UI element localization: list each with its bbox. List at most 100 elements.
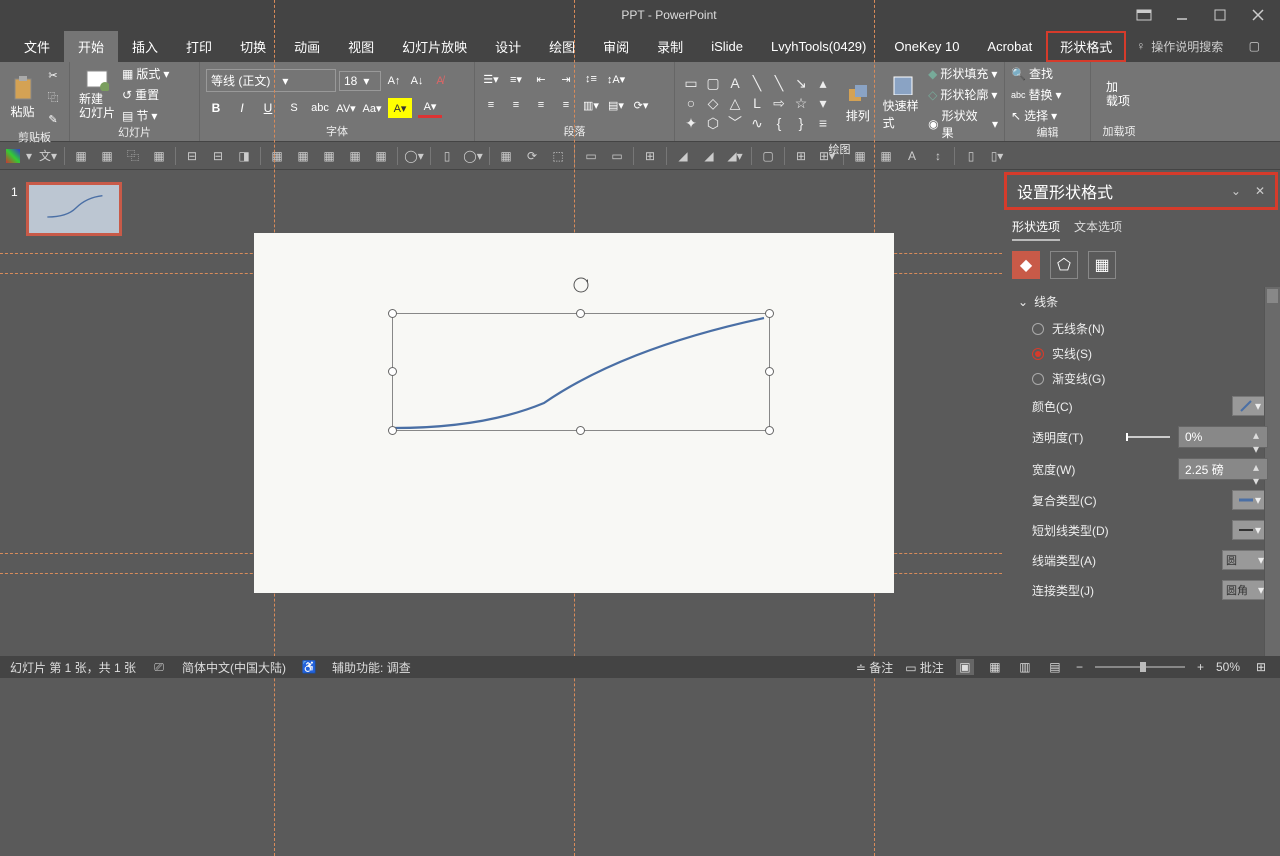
menu-home[interactable]: 开始 bbox=[64, 31, 118, 62]
font-color-icon[interactable]: A▾ bbox=[418, 98, 442, 118]
lang-icon[interactable]: ⎚ bbox=[150, 659, 168, 675]
qat-i13[interactable]: ◯▾ bbox=[404, 146, 424, 166]
menu-slideshow[interactable]: 幻灯片放映 bbox=[388, 31, 481, 62]
view-sorter-icon[interactable]: ▦ bbox=[986, 659, 1004, 675]
qat-i22[interactable]: ◢ bbox=[673, 146, 693, 166]
align-center-icon[interactable]: ≡ bbox=[506, 95, 526, 115]
handle-tc[interactable] bbox=[576, 309, 585, 318]
qat-i3[interactable]: ⿻ bbox=[123, 146, 143, 166]
radio-solid-line[interactable]: 实线(S) bbox=[1018, 341, 1268, 366]
font-size-combo[interactable]: 18▾ bbox=[339, 71, 381, 91]
paste-button[interactable]: 粘贴 bbox=[6, 69, 39, 125]
qat-text-icon[interactable]: 文▾ bbox=[38, 146, 58, 166]
bold-icon[interactable]: B bbox=[206, 98, 226, 118]
qat-i25[interactable]: ▢ bbox=[758, 146, 778, 166]
text-direction-icon[interactable]: ↕A▾ bbox=[606, 69, 626, 89]
qat-i17[interactable]: ⟳ bbox=[522, 146, 542, 166]
qat-i14[interactable]: ▯ bbox=[437, 146, 457, 166]
notes-button[interactable]: ≐ 备注 bbox=[856, 659, 893, 676]
slide-canvas[interactable] bbox=[145, 170, 1002, 656]
shape-gallery[interactable]: ▭▢A╲╲↘▴ ○◇△L⇨☆▾ ✦⬡﹀∿{}≡ bbox=[681, 74, 833, 132]
smartart-icon[interactable]: ⟳▾ bbox=[631, 95, 651, 115]
dash-picker[interactable]: ▾ bbox=[1232, 520, 1268, 540]
qat-i15[interactable]: ◯▾ bbox=[463, 146, 483, 166]
fill-line-icon[interactable]: ◆ bbox=[1012, 251, 1040, 279]
qat-i8[interactable]: ▦ bbox=[267, 146, 287, 166]
select-button[interactable]: ↖选择▾ bbox=[1011, 107, 1057, 124]
zoom-slider[interactable] bbox=[1095, 666, 1185, 668]
menu-transition[interactable]: 切换 bbox=[226, 31, 280, 62]
close-button[interactable] bbox=[1248, 5, 1268, 25]
color-picker[interactable]: ▾ bbox=[1232, 396, 1268, 416]
quick-styles-button[interactable]: 快速样式 bbox=[883, 75, 925, 131]
qat-i21[interactable]: ⊞ bbox=[640, 146, 660, 166]
line-spacing-icon[interactable]: ↕≡ bbox=[581, 69, 601, 89]
align-left-icon[interactable]: ≡ bbox=[481, 95, 501, 115]
menu-review[interactable]: 审阅 bbox=[589, 31, 643, 62]
find-button[interactable]: 🔍查找 bbox=[1011, 65, 1053, 82]
handle-br[interactable] bbox=[765, 426, 774, 435]
tell-me[interactable]: ♀ 操作说明搜索 bbox=[1136, 38, 1223, 55]
status-lang[interactable]: 简体中文(中国大陆) bbox=[182, 659, 286, 676]
qat-i32[interactable]: ▯ bbox=[961, 146, 981, 166]
qat-i12[interactable]: ▦ bbox=[371, 146, 391, 166]
cap-picker[interactable]: 圆▾ bbox=[1222, 550, 1268, 570]
shape-selection[interactable] bbox=[392, 313, 770, 431]
view-reading-icon[interactable]: ▥ bbox=[1016, 659, 1034, 675]
pane-close-icon[interactable]: ✕ bbox=[1255, 184, 1265, 198]
qat-i2[interactable]: ▦ bbox=[97, 146, 117, 166]
indent-dec-icon[interactable]: ⇤ bbox=[531, 69, 551, 89]
reset-button[interactable]: ↺重置 bbox=[122, 86, 159, 103]
strike-icon[interactable]: S bbox=[284, 98, 304, 118]
menu-record[interactable]: 录制 bbox=[643, 31, 697, 62]
qat-i19[interactable]: ▭ bbox=[581, 146, 601, 166]
addins-button[interactable]: 加 载项 bbox=[1097, 66, 1139, 122]
ribbon-display-icon[interactable] bbox=[1134, 5, 1154, 25]
qat-i11[interactable]: ▦ bbox=[345, 146, 365, 166]
section-button[interactable]: ▤节▾ bbox=[122, 107, 157, 124]
access-icon[interactable]: ♿ bbox=[300, 659, 318, 675]
menu-islide[interactable]: iSlide bbox=[697, 33, 757, 60]
shape-outline-button[interactable]: ◇形状轮廓▾ bbox=[928, 86, 997, 103]
menu-acrobat[interactable]: Acrobat bbox=[973, 33, 1046, 60]
qat-i5[interactable]: ⊟ bbox=[182, 146, 202, 166]
handle-ml[interactable] bbox=[388, 367, 397, 376]
menu-onekey[interactable]: OneKey 10 bbox=[880, 33, 973, 60]
menu-lvyh[interactable]: LvyhTools(0429) bbox=[757, 33, 880, 60]
format-painter-icon[interactable]: ✎ bbox=[43, 109, 63, 129]
section-line[interactable]: ⌄线条 bbox=[1018, 287, 1268, 316]
view-slideshow-icon[interactable]: ▤ bbox=[1046, 659, 1064, 675]
slide-thumbnail-1[interactable]: 1 bbox=[26, 182, 122, 236]
width-input[interactable]: 2.25 磅▴▾ bbox=[1178, 458, 1268, 480]
radio-gradient-line[interactable]: 渐变线(G) bbox=[1018, 366, 1268, 391]
shape-fill-button[interactable]: ◆形状填充▾ bbox=[928, 65, 997, 82]
join-picker[interactable]: 圆角▾ bbox=[1222, 580, 1268, 600]
slide[interactable] bbox=[254, 233, 894, 593]
qat-i6[interactable]: ⊟ bbox=[208, 146, 228, 166]
effects-icon[interactable]: ⬠ bbox=[1050, 251, 1078, 279]
zoom-out-icon[interactable]: − bbox=[1076, 660, 1083, 674]
status-access[interactable]: 辅助功能: 调查 bbox=[332, 659, 411, 676]
menu-shape-format[interactable]: 形状格式 bbox=[1046, 31, 1126, 62]
radio-no-line[interactable]: 无线条(N) bbox=[1018, 316, 1268, 341]
compound-picker[interactable]: ▾ bbox=[1232, 490, 1268, 510]
qat-i16[interactable]: ▦ bbox=[496, 146, 516, 166]
minimize-button[interactable] bbox=[1172, 5, 1192, 25]
maximize-button[interactable] bbox=[1210, 5, 1230, 25]
qat-i10[interactable]: ▦ bbox=[319, 146, 339, 166]
menu-insert[interactable]: 插入 bbox=[118, 31, 172, 62]
view-normal-icon[interactable]: ▣ bbox=[956, 659, 974, 675]
new-slide-button[interactable]: 新建 幻灯片 bbox=[76, 67, 118, 123]
qat-i26[interactable]: ⊞ bbox=[791, 146, 811, 166]
copy-icon[interactable]: ⿻ bbox=[43, 87, 63, 107]
align-right-icon[interactable]: ≡ bbox=[531, 95, 551, 115]
qat-i18[interactable]: ⬚ bbox=[548, 146, 568, 166]
qat-i4[interactable]: ▦ bbox=[149, 146, 169, 166]
tab-text-options[interactable]: 文本选项 bbox=[1074, 218, 1122, 241]
replace-button[interactable]: abc替换▾ bbox=[1011, 86, 1062, 103]
qat-i9[interactable]: ▦ bbox=[293, 146, 313, 166]
layout-button[interactable]: ▦版式▾ bbox=[122, 65, 169, 82]
qat-i1[interactable]: ▦ bbox=[71, 146, 91, 166]
menu-view[interactable]: 视图 bbox=[334, 31, 388, 62]
align-text-icon[interactable]: ▤▾ bbox=[606, 95, 626, 115]
